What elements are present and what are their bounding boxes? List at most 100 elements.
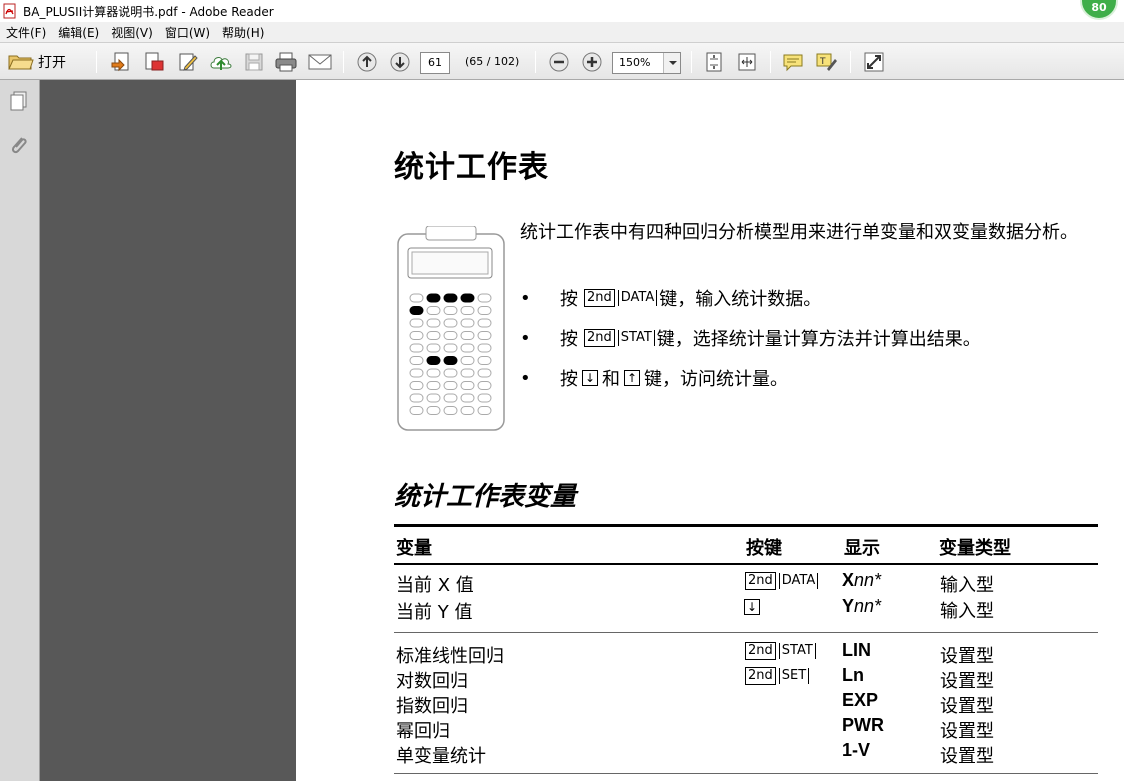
upload-button[interactable] xyxy=(208,49,234,75)
table-bottom-rule xyxy=(394,773,1098,774)
zoom-select[interactable]: 150% xyxy=(612,52,681,74)
navigation-rail xyxy=(0,80,40,781)
score-badge[interactable]: 80 xyxy=(1080,0,1118,20)
table-group-rule xyxy=(394,632,1098,633)
folder-icon xyxy=(8,51,34,74)
email-button[interactable] xyxy=(306,49,334,75)
type-input: 输入型 xyxy=(940,601,994,622)
save-disk-icon xyxy=(245,53,263,71)
bullet-stat-calc: • 按 2nd STAT 键，选择统计量计算方法并计算出结果。 xyxy=(520,325,981,351)
key-up-arrow: ↑ xyxy=(624,370,640,386)
toolbar-separator xyxy=(691,51,692,73)
highlight-button[interactable]: T xyxy=(813,49,839,75)
highlighter-icon: T xyxy=(816,53,837,71)
bullet-text: 键，选择统计量计算方法并计算出结果。 xyxy=(656,329,981,350)
toolbar: 打开 61 (65 / 102) 150% T xyxy=(0,42,1124,80)
var-current-y: 当前 Y 值 xyxy=(396,602,473,623)
fit-page-icon xyxy=(706,52,722,72)
comment-button[interactable] xyxy=(780,49,806,75)
display-lin: LIN xyxy=(842,640,871,660)
bullet-text: 和 xyxy=(602,369,620,390)
var-linear-regression: 标准线性回归 xyxy=(396,646,504,667)
fit-page-button[interactable] xyxy=(701,49,727,75)
window-title: BA_PLUSII计算器说明书.pdf - Adobe Reader xyxy=(23,4,274,19)
zoom-out-button[interactable] xyxy=(546,49,572,75)
type-setting: 设置型 xyxy=(940,746,994,767)
bullet-text: 按 xyxy=(560,329,578,350)
open-label: 打开 xyxy=(38,55,66,71)
var-one-variable: 单变量统计 xyxy=(396,746,486,767)
display-suffix: nn* xyxy=(854,596,882,616)
print-button[interactable] xyxy=(273,49,299,75)
bullet-access-stats: • 按 ↓ 和 ↑ 键，访问统计量。 xyxy=(520,365,788,391)
key-data: DATA xyxy=(778,573,819,589)
key-stat: STAT xyxy=(617,330,655,346)
pdf-file-icon xyxy=(3,3,17,19)
display-exp: EXP xyxy=(842,690,879,710)
pages-panel-icon[interactable] xyxy=(8,90,30,115)
minus-circle-icon xyxy=(549,52,569,72)
page-heading: 统计工作表 xyxy=(394,150,549,185)
key-2nd: 2nd xyxy=(584,329,615,347)
menu-file[interactable]: 文件(F) xyxy=(6,24,46,41)
bullet-data-entry: • 按 2nd DATA 键，输入统计数据。 xyxy=(520,285,821,311)
bullet-text: 按 xyxy=(560,369,578,390)
header-variable: 变量 xyxy=(396,538,432,559)
key-2nd: 2nd xyxy=(745,642,776,660)
create-pdf-button[interactable] xyxy=(108,49,134,75)
menu-window[interactable]: 窗口(W) xyxy=(165,24,210,41)
attachment-paperclip-icon[interactable] xyxy=(8,132,30,159)
expand-icon xyxy=(864,52,884,72)
display-pwr: PWR xyxy=(842,715,884,735)
var-log-regression: 对数回归 xyxy=(396,671,468,692)
chevron-down-icon[interactable] xyxy=(663,53,680,73)
fit-width-button[interactable] xyxy=(734,49,760,75)
fullscreen-button[interactable] xyxy=(861,49,887,75)
title-bar: BA_PLUSII计算器说明书.pdf - Adobe Reader 80 xyxy=(0,0,1124,22)
keys-stat: 2nd STAT xyxy=(744,640,818,661)
type-setting: 设置型 xyxy=(940,696,994,717)
menu-bar: 文件(F) 编辑(E) 视图(V) 窗口(W) 帮助(H) xyxy=(0,22,1124,42)
pdf-page: 统计工作表 统计工作表中有四种回归分析模型用来进行单变量和双变量数据分析。 • … xyxy=(296,80,1124,781)
toolbar-separator xyxy=(535,51,536,73)
speech-bubble-icon xyxy=(783,54,803,72)
key-down-arrow: ↓ xyxy=(744,599,760,615)
var-exp-regression: 指数回归 xyxy=(396,696,468,717)
intro-paragraph: 统计工作表中有四种回归分析模型用来进行单变量和双变量数据分析。 xyxy=(520,222,1078,243)
toolbar-separator xyxy=(770,51,771,73)
menu-help[interactable]: 帮助(H) xyxy=(222,24,264,41)
key-down-arrow: ↓ xyxy=(582,370,598,386)
fit-width-icon xyxy=(738,53,756,71)
table-top-rule xyxy=(394,524,1098,527)
save-button[interactable] xyxy=(241,49,267,75)
open-button[interactable]: 打开 xyxy=(8,49,83,75)
zoom-in-button[interactable] xyxy=(579,49,605,75)
toolbar-separator xyxy=(850,51,851,73)
toolbar-separator xyxy=(96,51,97,73)
bullet-text: 键，输入统计数据。 xyxy=(659,289,822,310)
keys-down: ↓ xyxy=(744,596,760,617)
toolbar-separator xyxy=(343,51,344,73)
header-keys: 按键 xyxy=(746,538,782,559)
next-page-button[interactable] xyxy=(387,49,413,75)
combine-files-button[interactable] xyxy=(141,49,167,75)
section-heading: 统计工作表变量 xyxy=(394,482,577,512)
keys-set: 2nd SET xyxy=(744,665,811,686)
key-stat: STAT xyxy=(778,643,816,659)
type-setting: 设置型 xyxy=(940,646,994,667)
key-2nd: 2nd xyxy=(584,289,615,307)
edit-button[interactable] xyxy=(175,49,201,75)
menu-edit[interactable]: 编辑(E) xyxy=(58,24,99,41)
bullet-text: 按 xyxy=(560,289,578,310)
menu-view[interactable]: 视图(V) xyxy=(111,24,153,41)
zoom-value: 150% xyxy=(619,56,651,69)
keys-data: 2nd DATA xyxy=(744,570,820,591)
navigation-panel xyxy=(40,80,296,781)
display-x: Xnn* xyxy=(842,570,881,591)
svg-text:T: T xyxy=(819,57,826,67)
page-number-input[interactable]: 61 xyxy=(420,52,450,74)
key-set: SET xyxy=(778,668,810,684)
previous-page-button[interactable] xyxy=(354,49,380,75)
display-y: Ynn* xyxy=(842,596,881,617)
arrow-up-circle-icon xyxy=(357,52,377,72)
